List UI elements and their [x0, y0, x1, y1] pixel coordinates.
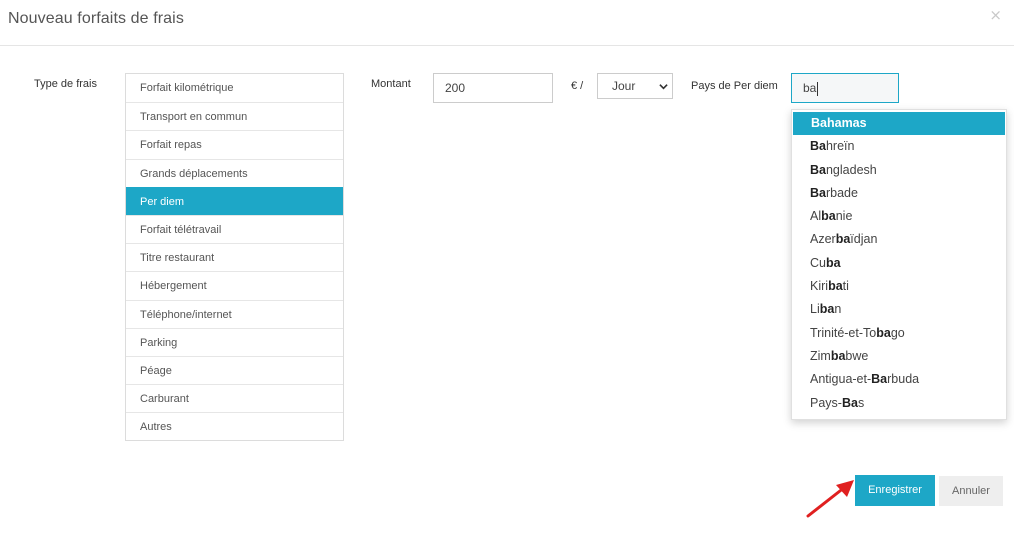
text-caret: [817, 81, 819, 96]
type-label: Type de frais: [34, 78, 97, 90]
modal-header: Nouveau forfaits de frais ×: [0, 0, 1014, 46]
country-option[interactable]: Bahreïn: [792, 135, 1006, 158]
pays-input[interactable]: ba: [791, 73, 899, 103]
country-option[interactable]: Cuba: [792, 252, 1006, 275]
country-option[interactable]: Pays-Bas: [792, 392, 1006, 415]
country-option[interactable]: Kiribati: [792, 275, 1006, 298]
expense-type-list: Forfait kilométrique Transport en commun F…: [125, 73, 344, 442]
type-item[interactable]: Forfait télétravail: [126, 214, 343, 243]
montant-label: Montant: [371, 78, 411, 90]
save-button[interactable]: Enregistrer: [855, 475, 935, 506]
type-item[interactable]: Parking: [126, 327, 343, 356]
type-item[interactable]: Péage: [126, 355, 343, 384]
currency-label: € /: [571, 80, 584, 92]
type-item[interactable]: Téléphone/internet: [126, 299, 343, 328]
montant-input[interactable]: 200: [433, 73, 553, 103]
country-option[interactable]: Antigua-et-Barbuda: [792, 368, 1006, 391]
type-item[interactable]: Forfait kilométrique: [126, 74, 343, 102]
type-item[interactable]: Carburant: [126, 384, 343, 412]
country-dropdown: Bahamas Bahreïn Bangladesh Barbade Albanie Az…: [791, 109, 1007, 420]
period-select[interactable]: Jour: [597, 73, 673, 99]
country-option[interactable]: Barbade: [792, 182, 1006, 205]
country-option[interactable]: Albanie: [792, 205, 1006, 228]
type-item[interactable]: Titre restaurant: [126, 243, 343, 271]
type-item[interactable]: Forfait repas: [126, 130, 343, 158]
type-item[interactable]: Transport en commun: [126, 102, 343, 130]
country-option[interactable]: Liban: [792, 298, 1006, 321]
country-option[interactable]: Zimbabwe: [792, 345, 1006, 368]
type-item[interactable]: Grands déplacements: [126, 158, 343, 187]
chevron-down-icon: [659, 84, 668, 90]
country-option[interactable]: Bangladesh: [792, 159, 1006, 182]
type-item[interactable]: Per diem: [126, 186, 343, 215]
country-option[interactable]: Bahamas: [793, 112, 1005, 136]
type-item[interactable]: Hébergement: [126, 271, 343, 299]
cancel-button[interactable]: Annuler: [939, 476, 1003, 506]
annotation-arrow-icon: [806, 480, 854, 518]
pays-label: Pays de Per diem: [691, 80, 778, 92]
country-option[interactable]: Azerbaïdjan: [792, 228, 1006, 251]
type-item[interactable]: Autres: [126, 412, 343, 440]
modal-title: Nouveau forfaits de frais: [8, 10, 184, 27]
close-icon[interactable]: ×: [989, 6, 1002, 24]
country-option[interactable]: Trinité-et-Tobago: [792, 322, 1006, 345]
period-select-value: Jour: [612, 79, 636, 93]
pays-input-value: ba: [803, 81, 817, 95]
